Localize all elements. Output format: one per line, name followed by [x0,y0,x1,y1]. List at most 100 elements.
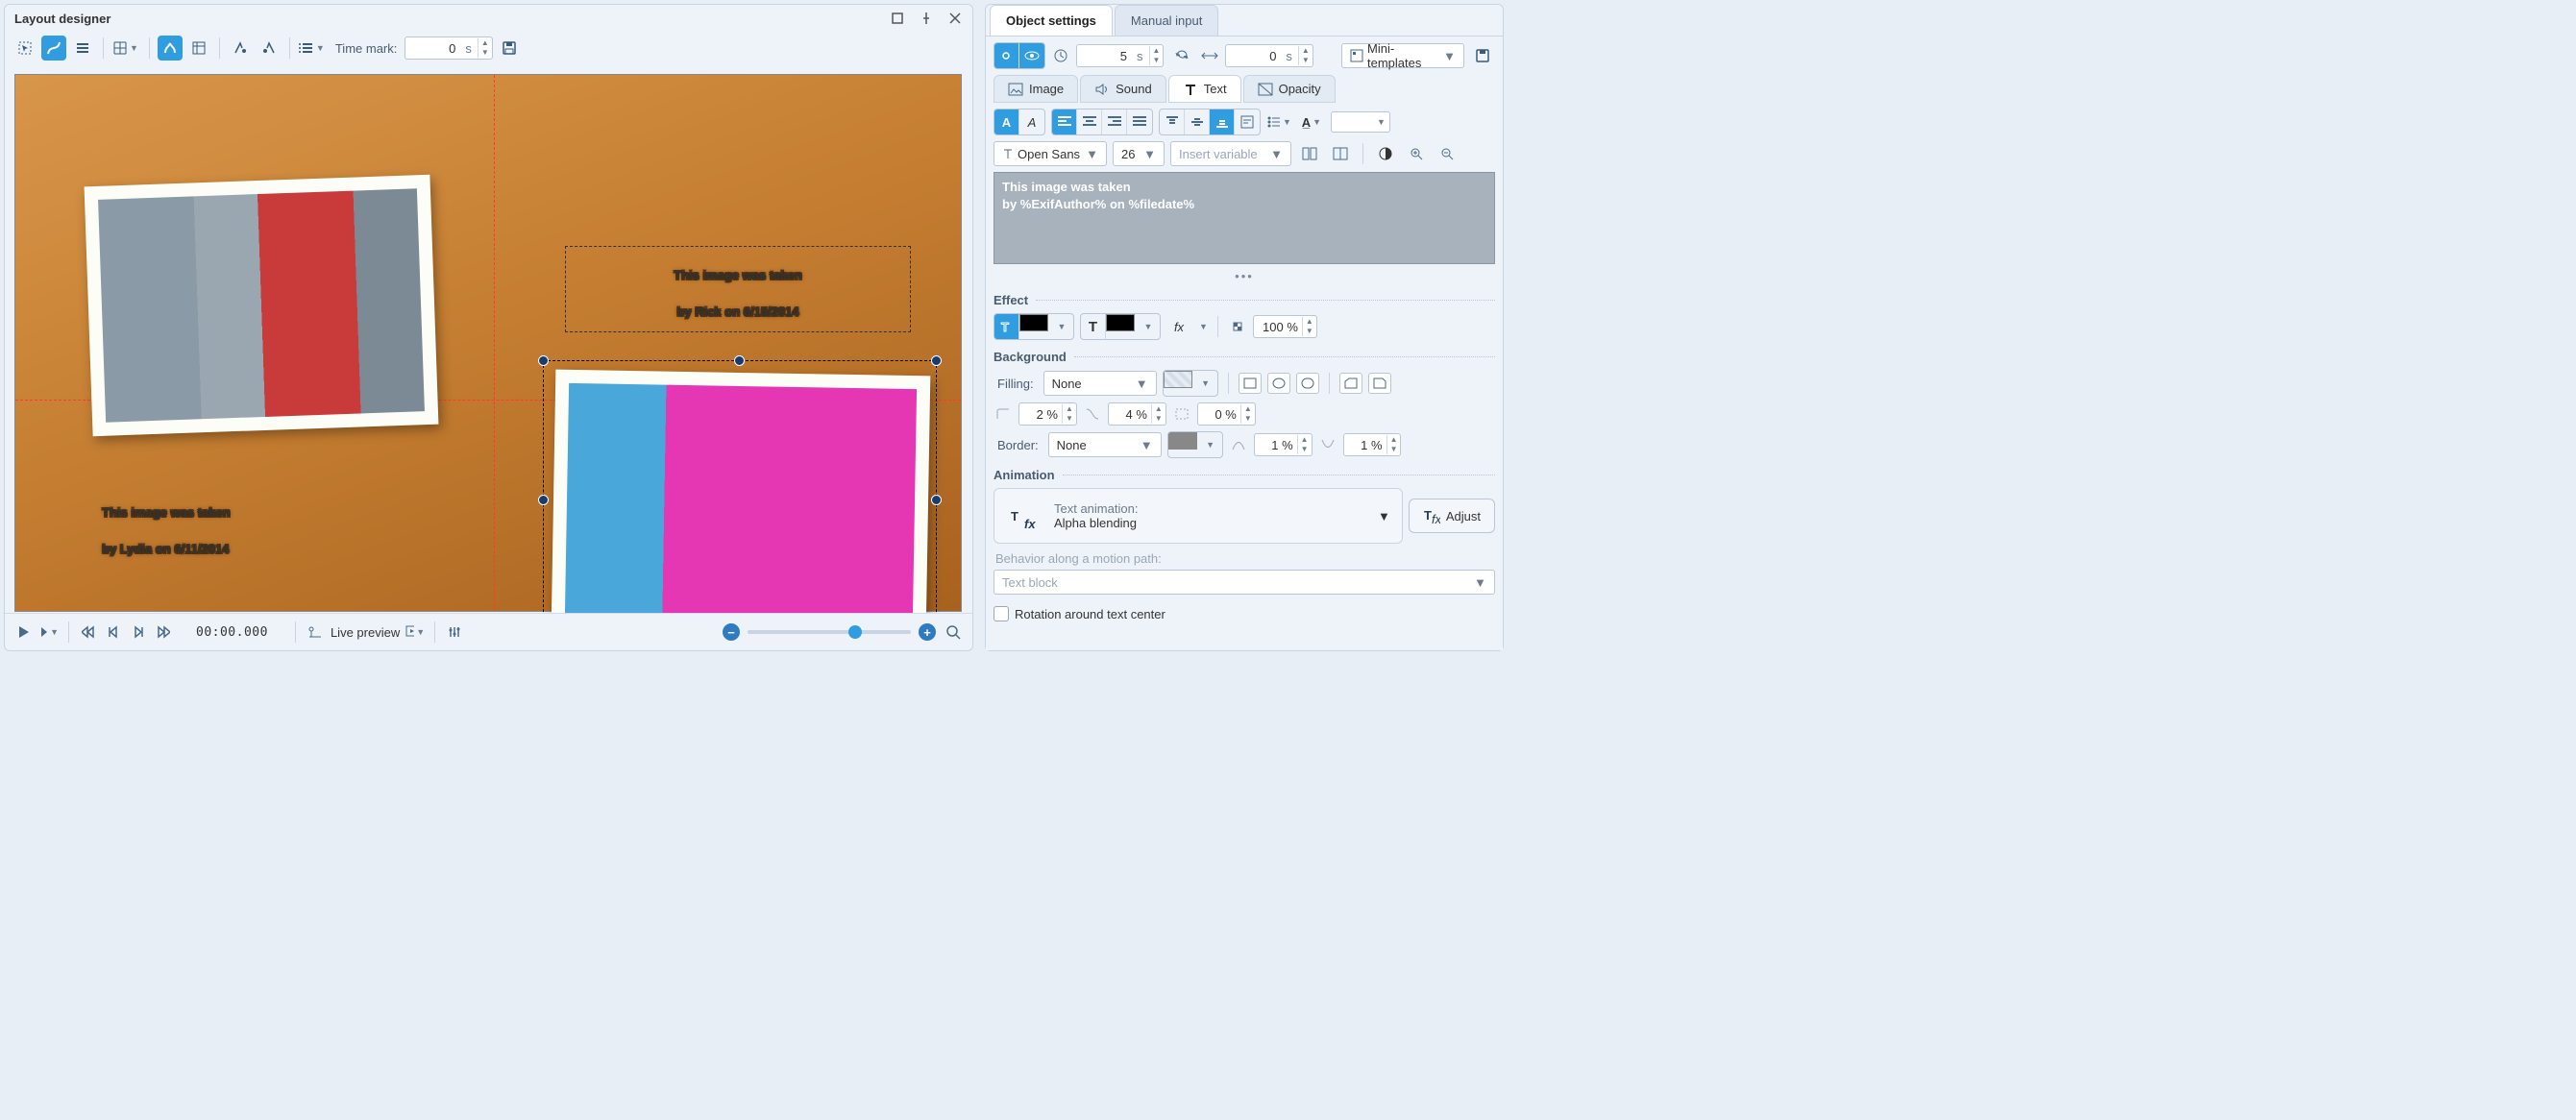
insert-variable-dropdown[interactable]: Insert variable▼ [1170,141,1291,166]
crop-tool[interactable] [186,36,211,61]
svg-text:T: T [1011,509,1018,523]
close-button[interactable] [947,11,963,26]
visibility-button[interactable] [1019,43,1044,68]
zoom-out-button[interactable]: − [723,623,740,641]
path-tool[interactable] [158,36,183,61]
svg-text:fx: fx [1024,517,1036,531]
time-mark-input[interactable]: s ▲▼ [405,37,492,60]
italic-button[interactable]: A [1019,110,1044,134]
refresh-duration-button[interactable] [1169,43,1194,68]
tab-object-settings[interactable]: Object settings [990,5,1113,36]
caption-2[interactable]: This image was taken by Rick on 6/15/201… [565,246,911,332]
play-range-button[interactable]: ▼ [39,622,59,642]
filling-swatch[interactable] [1164,371,1192,388]
contrast-button[interactable] [1373,141,1398,166]
font-family-dropdown[interactable]: Open Sans▼ [994,141,1107,166]
radius-x-input[interactable]: ▲▼ [1018,402,1077,426]
outline-color[interactable] [1019,314,1048,331]
filling-dropdown[interactable]: None▼ [1043,371,1157,396]
prev-frame-button[interactable] [104,622,123,642]
align-tool[interactable] [70,36,95,61]
shadow-toggle[interactable]: T [1081,314,1106,339]
animation-selector[interactable]: Tfx Text animation: Alpha blending ▼ [994,488,1403,544]
animation-label: Text animation: [1054,501,1138,516]
layout-designer-panel: Layout designer ▼ ▼ Time mark: s ▲▼ [4,4,973,651]
keyframe-out-tool[interactable] [257,36,282,61]
shadow-color-drop[interactable]: ▼ [1135,314,1160,339]
photo-1[interactable] [85,175,439,436]
radius-y-input[interactable]: ▲▼ [1108,402,1166,426]
align-justify-button[interactable] [1127,110,1152,134]
merge-button[interactable] [1328,141,1353,166]
border-dropdown[interactable]: None▼ [1048,432,1162,457]
shape-circle[interactable] [1267,373,1290,394]
pin-button[interactable] [919,11,934,26]
mini-templates-dropdown[interactable]: Mini-templates▼ [1341,43,1464,68]
effect-preset-button[interactable]: fx [1166,314,1191,339]
selection-box[interactable] [543,360,937,613]
columns-button[interactable] [1297,141,1322,166]
zoom-fit-button[interactable] [944,622,963,642]
keyframe-in-tool[interactable] [228,36,253,61]
list-style-button[interactable]: ▼ [1266,110,1294,134]
grid-tool[interactable]: ▼ [111,36,141,61]
select-tool[interactable] [12,36,37,61]
text-transform-button[interactable]: A̲▼ [1300,110,1325,134]
tab-manual-input[interactable]: Manual input [1115,5,1218,36]
goto-start-button[interactable] [79,622,98,642]
outline-color-drop[interactable]: ▼ [1048,314,1073,339]
caption-1[interactable]: This image was taken by Lydia on 6/11/20… [102,490,231,563]
border-swatch[interactable] [1168,432,1197,450]
offset-input[interactable]: s▲▼ [1225,44,1313,67]
live-preview-icon[interactable] [306,622,325,642]
next-frame-button[interactable] [129,622,148,642]
list-tool[interactable]: ▼ [298,36,328,61]
shape-rect[interactable] [1239,373,1262,394]
save-template-button[interactable] [1470,43,1495,68]
main-toolbar: ▼ ▼ Time mark: s ▲▼ [5,32,972,64]
zoom-slider[interactable] [748,630,911,634]
outline-toggle[interactable]: T [994,314,1019,339]
sub-tab-sound[interactable]: Sound [1080,75,1166,103]
adjust-button[interactable]: Tfx Adjust [1409,499,1495,533]
align-right-button[interactable] [1102,110,1127,134]
duration-input[interactable]: s▲▼ [1076,44,1164,67]
border-w1-input[interactable]: ▲▼ [1254,433,1313,456]
settings-button[interactable] [445,622,464,642]
canvas[interactable]: This image was taken by Lydia on 6/11/20… [14,74,962,612]
zoom-out-text-button[interactable] [1435,141,1460,166]
zoom-in-button[interactable]: + [919,623,936,641]
play-button[interactable] [14,622,34,642]
wrap-button[interactable] [1235,110,1260,134]
shadow-color[interactable] [1106,314,1135,331]
align-center-button[interactable] [1077,110,1102,134]
maximize-button[interactable] [890,11,905,26]
align-left-button[interactable] [1052,110,1077,134]
save-button[interactable] [497,36,522,61]
clock-icon [1051,46,1070,65]
behavior-dropdown[interactable]: Text block▼ [994,570,1495,595]
valign-bottom-button[interactable] [1210,110,1235,134]
preview-window-button[interactable]: ▼ [405,622,425,642]
bold-button[interactable]: A [994,110,1019,134]
shape-custom1[interactable] [1339,373,1362,394]
goto-end-button[interactable] [154,622,173,642]
text-content-textarea[interactable]: This image was taken by %ExifAuthor% on … [994,172,1495,264]
link-button[interactable] [994,43,1019,68]
border-w2-input[interactable]: ▲▼ [1343,433,1402,456]
valign-middle-button[interactable] [1185,110,1210,134]
shape-custom2[interactable] [1368,373,1391,394]
extra-pct-input[interactable]: ▲▼ [1197,402,1256,426]
effect-opacity-input[interactable]: ▲▼ [1253,315,1317,338]
expand-handle[interactable]: ••• [994,269,1495,283]
valign-top-button[interactable] [1160,110,1185,134]
sub-tab-text[interactable]: Text [1168,75,1241,103]
shape-rounded[interactable] [1296,373,1319,394]
curve-tool[interactable] [41,36,66,61]
zoom-in-text-button[interactable] [1404,141,1429,166]
text-color-picker[interactable]: ▼ [1331,111,1390,133]
sub-tab-opacity[interactable]: Opacity [1243,75,1336,103]
sub-tab-image[interactable]: Image [994,75,1078,103]
rotation-checkbox[interactable] [994,606,1009,621]
font-size-dropdown[interactable]: 26▼ [1113,141,1165,166]
